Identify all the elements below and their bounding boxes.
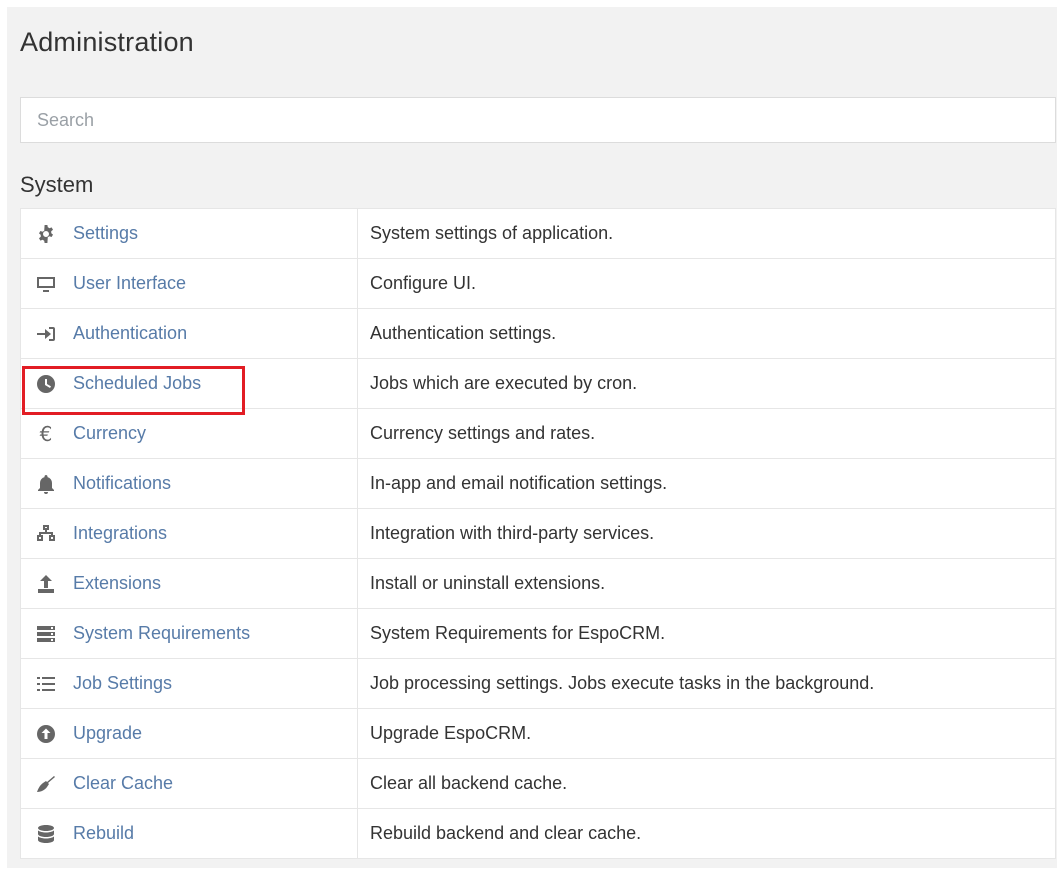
system-requirements-label: System Requirements [73, 623, 251, 643]
clear-cache-label: Clear Cache [73, 773, 174, 793]
settings-label: Settings [73, 223, 139, 243]
table-row: Notifications In-app and email notificat… [20, 458, 1056, 509]
user-interface-link[interactable]: User Interface [35, 273, 357, 295]
arrow-up-circle-icon [35, 723, 57, 745]
integrations-link[interactable]: Integrations [35, 523, 357, 545]
user-interface-label: User Interface [73, 273, 187, 293]
euro-icon: € [39, 421, 53, 446]
clock-icon [35, 373, 57, 395]
scheduled-jobs-link[interactable]: Scheduled Jobs [35, 373, 357, 395]
extensions-link[interactable]: Extensions [35, 573, 357, 595]
gear-icon [35, 223, 57, 245]
settings-link[interactable]: Settings [35, 223, 357, 245]
rebuild-description: Rebuild backend and clear cache. [357, 808, 1056, 859]
job-settings-description: Job processing settings. Jobs execute ta… [357, 658, 1056, 709]
network-icon [35, 523, 57, 545]
broom-icon [35, 773, 57, 795]
notifications-label: Notifications [73, 473, 172, 493]
table-row: Extensions Install or uninstall extensio… [20, 558, 1056, 609]
table-row: Authentication Authentication settings. [20, 308, 1056, 359]
monitor-icon [35, 273, 57, 295]
currency-label: Currency [73, 423, 147, 443]
table-row: Upgrade Upgrade EspoCRM. [20, 708, 1056, 759]
server-icon [35, 623, 57, 645]
table-row: User Interface Configure UI. [20, 258, 1056, 309]
table-row: Job Settings Job processing settings. Jo… [20, 658, 1056, 709]
currency-link[interactable]: € Currency [35, 421, 357, 446]
clear-cache-link[interactable]: Clear Cache [35, 773, 357, 795]
extensions-label: Extensions [73, 573, 162, 593]
section-title: System [20, 172, 94, 197]
table-row: Rebuild Rebuild backend and clear cache. [20, 808, 1056, 859]
search-input[interactable] [20, 97, 1056, 143]
scheduled-jobs-description: Jobs which are executed by cron. [357, 358, 1056, 409]
upload-icon [35, 573, 57, 595]
table-row: Settings System settings of application. [20, 208, 1056, 259]
system-requirements-link[interactable]: System Requirements [35, 623, 357, 645]
bell-icon [35, 473, 57, 495]
notifications-description: In-app and email notification settings. [357, 458, 1056, 509]
page-title: Administration [20, 27, 194, 57]
table-row: € Currency Currency settings and rates. [20, 408, 1056, 459]
integrations-description: Integration with third-party services. [357, 508, 1056, 559]
extensions-description: Install or uninstall extensions. [357, 558, 1056, 609]
currency-description: Currency settings and rates. [357, 408, 1056, 459]
authentication-link[interactable]: Authentication [35, 323, 357, 345]
scheduled-jobs-label: Scheduled Jobs [73, 373, 202, 393]
system-table: Settings System settings of application.… [20, 208, 1056, 859]
authentication-description: Authentication settings. [357, 308, 1056, 359]
sign-in-icon [35, 323, 57, 345]
database-icon [35, 823, 57, 845]
list-icon [35, 673, 57, 695]
upgrade-link[interactable]: Upgrade [35, 723, 357, 745]
notifications-link[interactable]: Notifications [35, 473, 357, 495]
integrations-label: Integrations [73, 523, 168, 543]
table-row: Clear Cache Clear all backend cache. [20, 758, 1056, 809]
admin-panel: Administration System Settings System se… [7, 7, 1057, 868]
upgrade-label: Upgrade [73, 723, 143, 743]
clear-cache-description: Clear all backend cache. [357, 758, 1056, 809]
rebuild-link[interactable]: Rebuild [35, 823, 357, 845]
table-row: Integrations Integration with third-part… [20, 508, 1056, 559]
authentication-label: Authentication [73, 323, 188, 343]
settings-description: System settings of application. [357, 208, 1056, 259]
job-settings-link[interactable]: Job Settings [35, 673, 357, 695]
table-row: Scheduled Jobs Jobs which are executed b… [20, 358, 1056, 409]
upgrade-description: Upgrade EspoCRM. [357, 708, 1056, 759]
rebuild-label: Rebuild [73, 823, 135, 843]
job-settings-label: Job Settings [73, 673, 173, 693]
system-requirements-description: System Requirements for EspoCRM. [357, 608, 1056, 659]
table-row: System Requirements System Requirements … [20, 608, 1056, 659]
user-interface-description: Configure UI. [357, 258, 1056, 309]
